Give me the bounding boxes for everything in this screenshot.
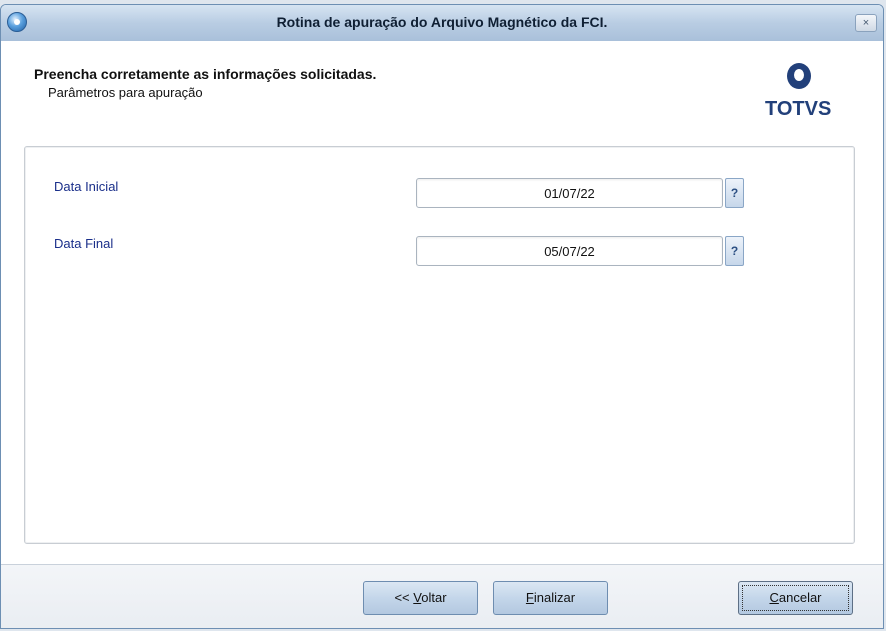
data-final-input[interactable]: 05/07/22 <box>416 236 723 266</box>
cancel-button-label: ancelar <box>778 590 822 605</box>
back-button[interactable]: << Voltar <box>363 581 478 615</box>
finish-button-label: inalizar <box>533 590 576 605</box>
back-button-prefix: << <box>394 590 414 605</box>
parameters-panel: Data Inicial 01/07/22 ? Data Final 05/07… <box>24 146 855 544</box>
header-area: Preencha corretamente as informações sol… <box>1 41 883 141</box>
window-title: Rotina de apuração do Arquivo Magnético … <box>276 14 608 30</box>
data-final-help-button[interactable]: ? <box>725 236 744 266</box>
back-button-label: oltar <box>421 590 447 605</box>
finish-button[interactable]: Finalizar <box>493 581 608 615</box>
cancel-button-hotkey: C <box>769 590 779 605</box>
logo-text: TOTVS <box>765 98 832 120</box>
data-inicial-help-button[interactable]: ? <box>725 178 744 208</box>
data-inicial-label: Data Inicial <box>54 179 119 194</box>
finish-button-hotkey: F <box>525 590 534 605</box>
data-final-label: Data Final <box>54 236 114 251</box>
totvs-logo: TOTVS <box>763 61 833 121</box>
cancel-button[interactable]: Cancelar <box>738 581 853 615</box>
title-bar: Rotina de apuração do Arquivo Magnético … <box>1 5 883 42</box>
page-subheading: Parâmetros para apuração <box>48 85 203 100</box>
totvs-logo-icon <box>787 63 811 89</box>
page-heading: Preencha corretamente as informações sol… <box>34 66 377 82</box>
data-inicial-input[interactable]: 01/07/22 <box>416 178 723 208</box>
footer-bar: << Voltar Finalizar Cancelar <box>1 564 883 628</box>
dialog-window: Rotina de apuração do Arquivo Magnético … <box>0 4 884 629</box>
close-button[interactable]: × <box>855 14 877 32</box>
